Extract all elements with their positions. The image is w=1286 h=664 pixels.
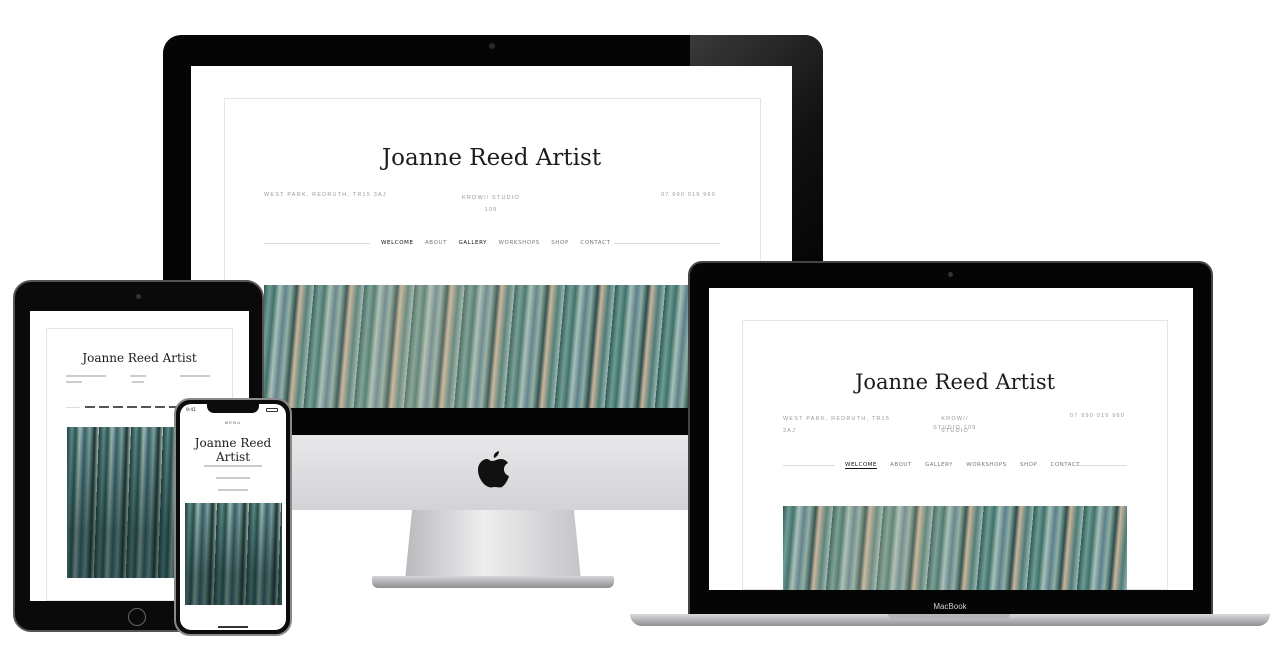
imac-nav-welcome[interactable]: WELCOME	[381, 240, 414, 246]
iphone-status-time: 9:41	[186, 408, 197, 413]
macbook-address-line2: 3AJ	[783, 428, 797, 434]
imac-phone[interactable]: 07 990 019 960	[661, 192, 716, 198]
ipad-phone-text	[180, 375, 210, 377]
macbook-nav-rule-left	[783, 465, 835, 466]
iphone-site-title[interactable]: Joanne Reed Artist	[180, 436, 286, 464]
ipad-address-text-2	[66, 381, 82, 383]
ipad-address-text	[66, 375, 106, 377]
imac-nav-shop[interactable]: SHOP	[551, 240, 569, 246]
macbook-nav-workshops[interactable]: WORKSHOPS	[966, 462, 1006, 468]
macbook-nav-shop[interactable]: SHOP	[1020, 462, 1037, 468]
ipad-home-button[interactable]	[128, 608, 146, 626]
iphone-hero-painting	[185, 503, 282, 605]
macbook-address-line1: WEST PARK, REDRUTH, TR15	[783, 416, 891, 422]
imac-stand	[405, 510, 581, 580]
ipad-nav-rule-left	[66, 407, 80, 408]
imac-nav: WELCOME ABOUT GALLERY WORKSHOPS SHOP CON…	[381, 240, 611, 246]
ipad-site-title[interactable]: Joanne Reed Artist	[30, 351, 249, 365]
macbook-site-title[interactable]: Joanne Reed Artist	[709, 370, 1193, 394]
macbook-nav-about[interactable]: ABOUT	[890, 462, 912, 468]
imac-nav-about[interactable]: ABOUT	[425, 240, 447, 246]
imac-nav-workshops[interactable]: WORKSHOPS	[498, 240, 539, 246]
macbook-label: MacBook	[933, 602, 967, 611]
imac-studio-line1: KROW// STUDIO	[461, 195, 521, 201]
ipad-camera	[136, 294, 141, 299]
iphone-studio-text	[216, 477, 250, 479]
macbook-nav-contact[interactable]: CONTACT	[1051, 462, 1081, 468]
imac-nav-rule-left	[264, 243, 370, 244]
macbook-nav: WELCOME ABOUT GALLERY WORKSHOPS SHOP CON…	[845, 462, 1081, 469]
macbook-studio-line2: STUDIO 109	[933, 425, 977, 431]
imac-site-title[interactable]: Joanne Reed Artist	[191, 145, 792, 171]
imac-stand-foot	[372, 576, 614, 588]
imac-address: WEST PARK, REDRUTH, TR15 3AJ	[264, 192, 387, 198]
macbook-hero-painting	[783, 506, 1127, 590]
iphone-screen: 9:41 MENU Joanne Reed Artist	[180, 404, 286, 630]
imac-studio: KROW// STUDIO 109	[455, 192, 527, 216]
macbook-nav-rule-right	[1075, 465, 1127, 466]
macbook-address: WEST PARK, REDRUTH, TR15 3AJ	[783, 413, 890, 437]
iphone-menu-button[interactable]: MENU	[180, 420, 286, 425]
macbook-nav-welcome[interactable]: WELCOME	[845, 462, 877, 469]
ipad-studio-text	[130, 375, 146, 377]
imac-studio-line2: 109	[484, 207, 498, 213]
iphone-phone-text	[218, 489, 248, 491]
imac-camera	[489, 43, 495, 49]
apple-logo-icon	[474, 450, 510, 492]
imac-nav-contact[interactable]: CONTACT	[580, 240, 610, 246]
macbook-camera	[948, 272, 953, 277]
imac-nav-gallery[interactable]: GALLERY	[458, 240, 487, 246]
battery-icon	[266, 408, 278, 412]
macbook-screen: Joanne Reed Artist WEST PARK, REDRUTH, T…	[709, 288, 1193, 590]
macbook-nav-gallery[interactable]: GALLERY	[925, 462, 953, 468]
imac-nav-rule-right	[614, 243, 720, 244]
macbook-notch	[888, 614, 1010, 619]
iphone-address-text	[204, 465, 262, 467]
iphone-home-indicator	[218, 626, 248, 628]
iphone-notch	[207, 404, 259, 413]
macbook-phone[interactable]: 07 990 019 960	[1070, 413, 1125, 419]
ipad-studio-text-2	[132, 381, 144, 383]
